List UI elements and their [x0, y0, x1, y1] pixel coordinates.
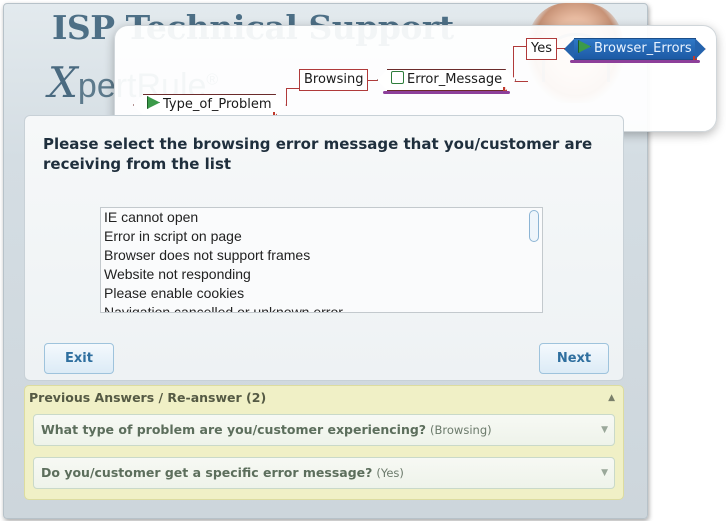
previous-answers-panel: Previous Answers / Re-answer (2) ▲ What …: [24, 385, 624, 500]
listbox-scrollbar[interactable]: [529, 210, 539, 308]
error-message-listbox[interactable]: IE cannot open Error in script on page B…: [100, 207, 543, 313]
list-item[interactable]: Website not responding: [101, 265, 542, 284]
chevron-down-icon: ▼: [601, 425, 608, 435]
path-node-browsing[interactable]: Browsing: [299, 69, 369, 91]
path-node-yes[interactable]: Yes: [526, 38, 557, 60]
goal-icon: [578, 40, 591, 53]
scroll-thumb[interactable]: [529, 210, 539, 242]
connector-line: [286, 88, 300, 106]
chevron-down-icon: ▼: [601, 468, 608, 478]
list-item[interactable]: Error in script on page: [101, 227, 542, 246]
path-node-type-of-problem[interactable]: Type_of_Problem: [133, 94, 286, 119]
rule-icon: [391, 71, 404, 84]
list-item[interactable]: Please enable cookies: [101, 284, 542, 303]
list-item[interactable]: Browser does not support frames: [101, 246, 542, 265]
previous-answer-2[interactable]: Do you/customer get a specific error mes…: [33, 457, 615, 489]
previous-answers-header[interactable]: Previous Answers / Re-answer (2) ▲: [29, 389, 619, 407]
list-item[interactable]: IE cannot open: [101, 208, 542, 227]
list-item[interactable]: Navigation cancelled or unknown error: [101, 303, 542, 312]
path-node-error-message[interactable]: Error_Message: [377, 69, 516, 94]
question-text: Please select the browsing error message…: [43, 135, 593, 173]
previous-answer-1[interactable]: What type of problem are you/customer ex…: [33, 414, 615, 446]
exit-button[interactable]: Exit: [44, 343, 114, 374]
path-node-browser-errors[interactable]: Browser_Errors: [564, 38, 706, 63]
goal-icon: [147, 96, 160, 109]
collapse-up-icon[interactable]: ▲: [608, 389, 615, 407]
next-button[interactable]: Next: [539, 343, 609, 374]
